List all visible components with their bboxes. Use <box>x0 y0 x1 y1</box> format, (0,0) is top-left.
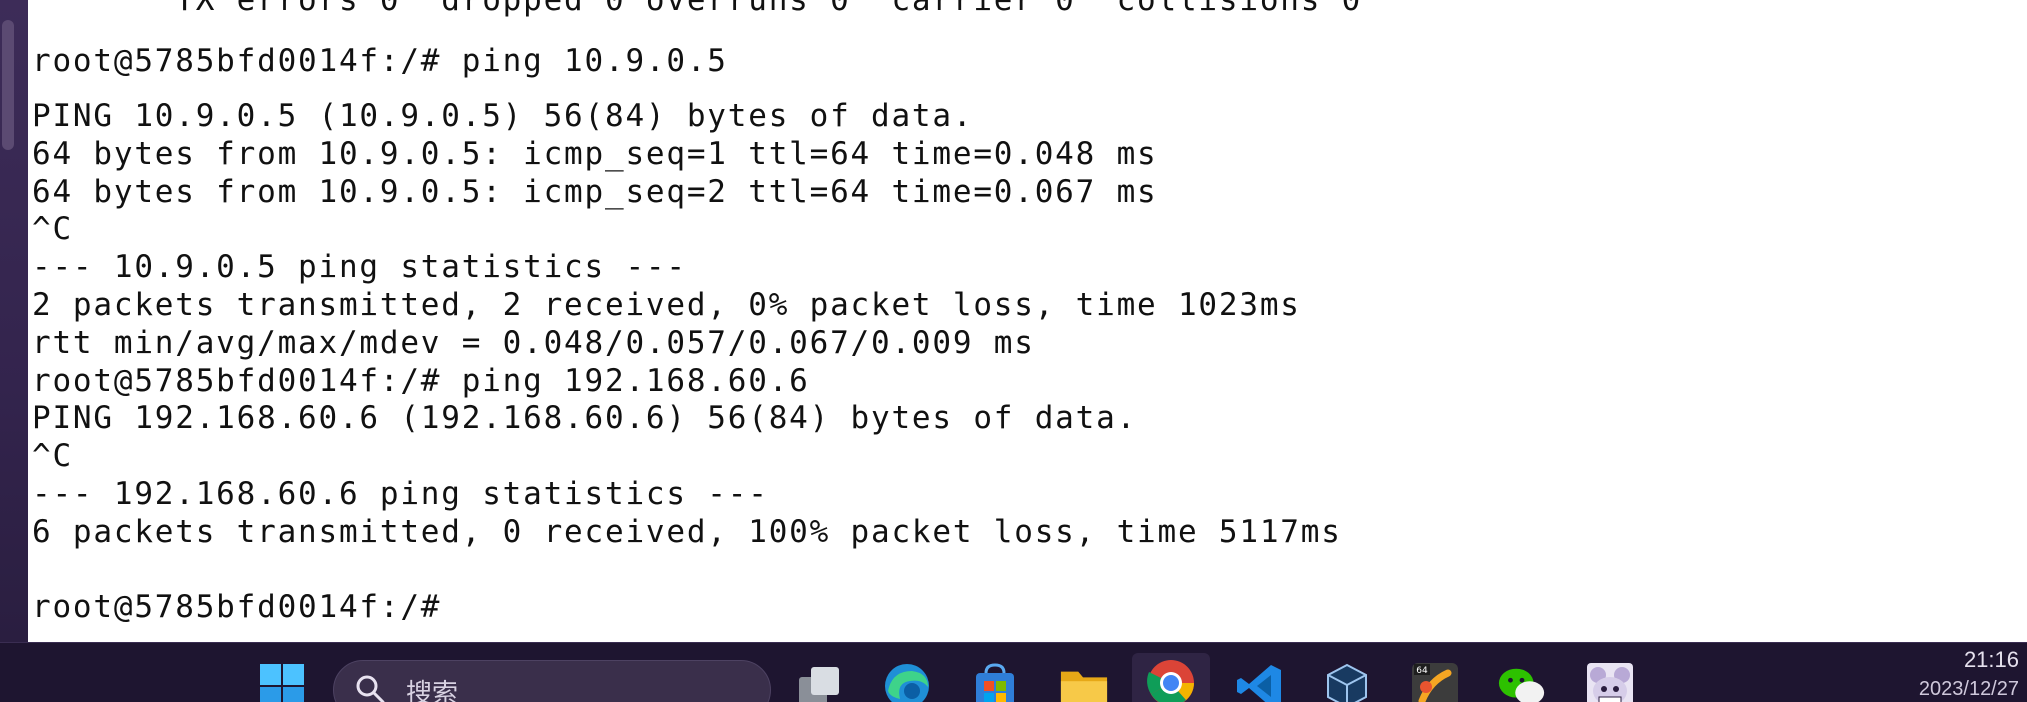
chrome-icon <box>1147 660 1194 702</box>
terminal-line: root@5785bfd0014f:/# ping 192.168.60.6 <box>32 363 810 399</box>
terminal-line: 64 bytes from 10.9.0.5: icmp_seq=2 ttl=6… <box>32 174 1158 210</box>
wechat-button[interactable] <box>1497 661 1547 702</box>
microsoft-store-icon <box>976 663 1014 702</box>
terminal-line: --- 192.168.60.6 ping statistics --- <box>32 476 769 512</box>
chrome-button[interactable] <box>1132 653 1210 702</box>
mascot-app-button[interactable] <box>1585 661 1635 702</box>
terminal-line: 2 packets transmitted, 2 received, 0% pa… <box>32 287 1301 323</box>
file-explorer-button[interactable] <box>1059 661 1109 702</box>
vscode-button[interactable] <box>1235 661 1285 702</box>
taskbar-search-box[interactable]: 搜索 <box>333 660 771 702</box>
folder-icon <box>1060 671 1108 702</box>
terminal-line: --- 10.9.0.5 ping statistics --- <box>32 249 687 285</box>
terminal-line: rtt min/avg/max/mdev = 0.048/0.057/0.067… <box>32 325 1035 361</box>
store-button[interactable] <box>970 661 1020 702</box>
desktop-screen: TX errors 0 dropped 0 overruns 0 carrier… <box>0 0 2027 702</box>
app-64-button[interactable]: 64 <box>1410 661 1460 702</box>
windows-logo-icon <box>260 664 304 702</box>
app-64-icon: 64 <box>1412 663 1458 702</box>
virtualbox-icon <box>1327 663 1367 702</box>
mascot-icon <box>1587 663 1633 702</box>
terminal-prompt: root@5785bfd0014f:/# <box>32 589 442 625</box>
virtualbox-button[interactable] <box>1322 661 1372 702</box>
search-placeholder: 搜索 <box>406 679 459 702</box>
clock-date: 2023/12/27 <box>1918 678 2019 700</box>
task-view-button[interactable] <box>795 661 845 702</box>
terminal-line: TX errors 0 dropped 0 overruns 0 carrier… <box>32 0 1363 18</box>
terminal-line: 6 packets transmitted, 0 received, 100% … <box>32 514 1342 550</box>
vscode-icon <box>1237 665 1281 702</box>
search-icon <box>354 673 386 702</box>
terminal-line: PING 192.168.60.6 (192.168.60.6) 56(84) … <box>32 400 1138 436</box>
terminal-line: 64 bytes from 10.9.0.5: icmp_seq=1 ttl=6… <box>32 136 1158 172</box>
app-64-badge: 64 <box>1416 666 1428 676</box>
task-view-icon <box>799 667 839 702</box>
desktop-left-edge <box>0 0 28 642</box>
edge-icon <box>885 664 929 702</box>
terminal-line: ^C <box>32 438 73 474</box>
edge-button[interactable] <box>882 661 932 702</box>
wechat-icon <box>1498 668 1545 702</box>
terminal-line: root@5785bfd0014f:/# ping 10.9.0.5 <box>32 43 728 79</box>
taskbar: 搜索 64 21:16 2023/12/27 <box>0 642 2027 702</box>
terminal-line: PING 10.9.0.5 (10.9.0.5) 56(84) bytes of… <box>32 98 974 134</box>
clock-time: 21:16 <box>1963 647 2019 672</box>
terminal-window[interactable]: TX errors 0 dropped 0 overruns 0 carrier… <box>28 0 2027 642</box>
terminal-line: ^C <box>32 211 73 247</box>
left-scrollbar[interactable] <box>2 20 14 150</box>
start-button[interactable] <box>257 661 307 702</box>
system-clock[interactable]: 21:16 2023/12/27 <box>1919 645 2019 702</box>
